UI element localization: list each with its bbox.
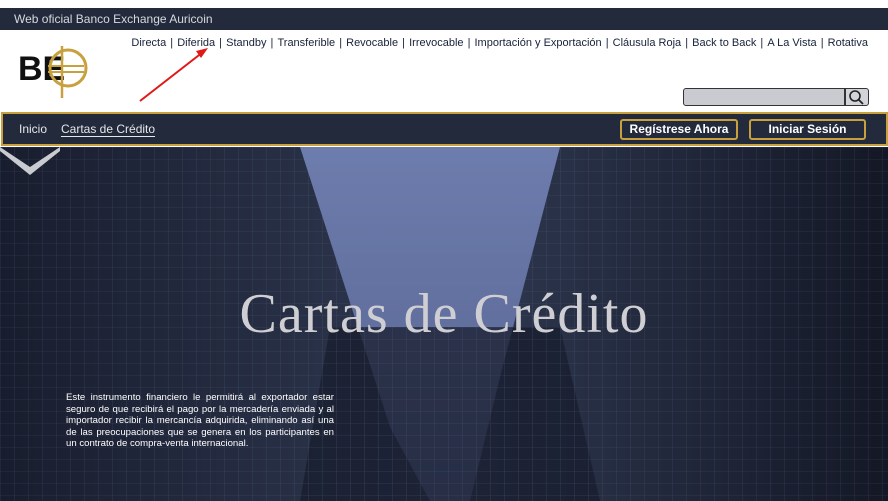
link-transferible[interactable]: Transferible [277, 37, 335, 49]
main-navbar: Inicio Cartas de Crédito Regístrese Ahor… [1, 112, 888, 146]
link-back-to-back[interactable]: Back to Back [692, 37, 756, 49]
link-standby[interactable]: Standby [226, 37, 266, 49]
search-input[interactable] [683, 88, 845, 106]
search-button[interactable] [845, 88, 869, 106]
link-rotativa[interactable]: Rotativa [828, 37, 868, 49]
red-arrow-icon [139, 48, 208, 102]
hero-banner: Cartas de Crédito Este instrumento finan… [0, 147, 888, 501]
quick-links: Directa | Diferida | Standby | Transferi… [131, 37, 868, 49]
chevron-down-icon[interactable] [0, 147, 60, 177]
nav-item-cartas-de-credito[interactable]: Cartas de Crédito [61, 122, 156, 137]
link-irrevocable[interactable]: Irrevocable [409, 37, 463, 49]
hero-title: Cartas de Crédito [239, 283, 649, 345]
register-button[interactable]: Regístrese Ahora [620, 119, 738, 140]
link-clausula-roja[interactable]: Cláusula Roja [613, 37, 681, 49]
hero-description: Este instrumento financiero le permitirá… [66, 392, 334, 450]
link-importacion-exportacion[interactable]: Importación y Exportación [475, 37, 602, 49]
link-a-la-vista[interactable]: A La Vista [767, 37, 816, 49]
login-button[interactable]: Iniciar Sesión [749, 119, 866, 140]
link-revocable[interactable]: Revocable [346, 37, 398, 49]
search-box [683, 88, 869, 106]
nav-item-inicio[interactable]: Inicio [19, 122, 47, 136]
search-icon [849, 90, 864, 105]
